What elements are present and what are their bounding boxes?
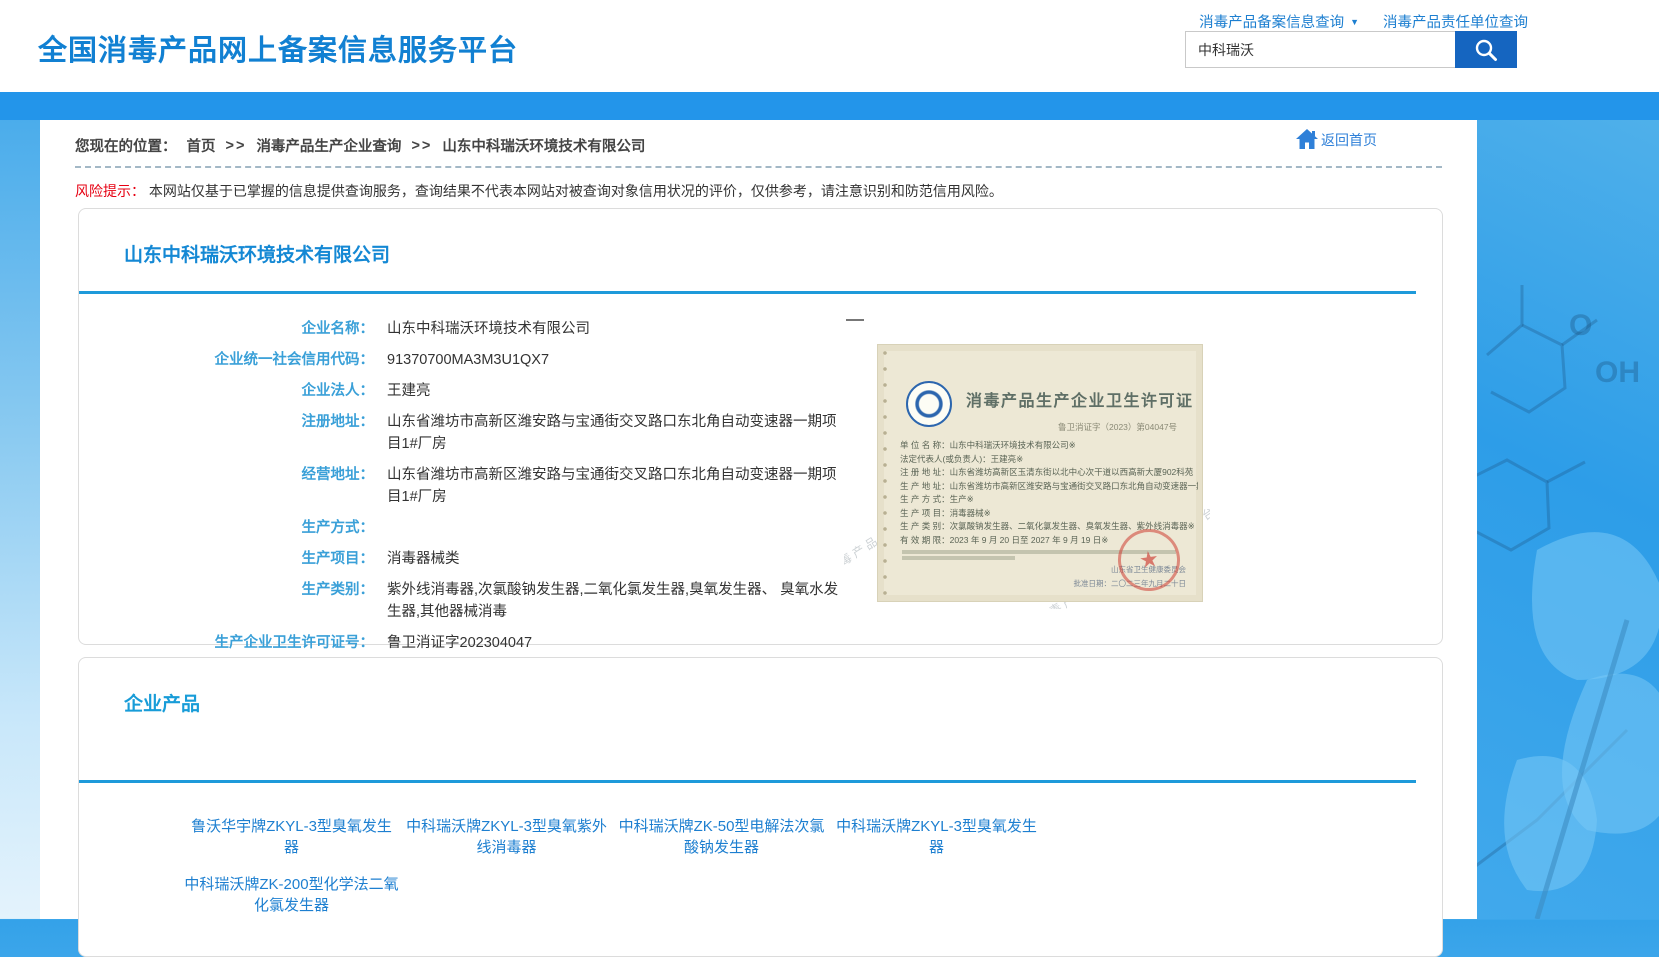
back-home-label: 返回首页 — [1321, 130, 1377, 150]
field-row: 企业名称： 山东中科瑞沃环境技术有限公司 — [79, 318, 1442, 340]
back-home-link[interactable]: 返回首页 — [1295, 128, 1377, 150]
field-value: 山东省潍坊市高新区潍安路与宝通街交叉路口东北角自动变速器一期项目1#厂房 — [387, 411, 845, 455]
risk-label: 风险提示： — [75, 183, 145, 199]
search-bar — [1185, 31, 1517, 68]
chevron-down-icon: ▼ — [1350, 17, 1359, 27]
banner-strip — [0, 92, 1659, 120]
field-label: 企业名称： — [79, 318, 374, 340]
dashed-divider — [75, 166, 1442, 168]
field-value: 山东省潍坊市高新区潍安路与宝通街交叉路口东北角自动变速器一期项目1#厂房 — [387, 464, 845, 508]
products-title: 企业产品 — [79, 658, 1442, 716]
company-title: 山东中科瑞沃环境技术有限公司 — [79, 209, 1442, 267]
cert-title: 消毒产品生产企业卫生许可证 — [966, 387, 1194, 411]
company-card: 山东中科瑞沃环境技术有限公司 企业名称： 山东中科瑞沃环境技术有限公司 企业统一… — [78, 208, 1443, 645]
top-nav: 消毒产品备案信息查询 ▼ 消毒产品责任单位查询 — [1199, 11, 1528, 32]
search-button[interactable] — [1455, 31, 1517, 68]
svg-text:O: O — [1569, 309, 1592, 342]
field-value: 91370700MA3M3U1QX7 — [387, 349, 549, 371]
nav-link-record-info-query[interactable]: 消毒产品备案信息查询 ▼ — [1199, 11, 1359, 32]
search-input[interactable] — [1185, 31, 1455, 68]
card-divider — [79, 780, 1416, 783]
field-label: 生产类别： — [79, 579, 374, 623]
nav-link-label: 消毒产品备案信息查询 — [1199, 11, 1344, 32]
product-link[interactable]: 中科瑞沃牌ZKYL-3型臭氧紫外线消毒器 — [399, 816, 614, 858]
field-label: 生产项目： — [79, 548, 374, 570]
cert-emblem-icon — [906, 381, 952, 427]
breadcrumb-item-home[interactable]: 首页 — [187, 135, 216, 156]
nav-link-responsible-unit-query[interactable]: 消毒产品责任单位查询 — [1383, 11, 1528, 32]
certificate: 消毒产品生产企业卫生许可证 鲁卫消证字（2023）第04047号 单 位 名 称… — [877, 344, 1203, 602]
field-value: 紫外线消毒器,次氯酸钠发生器,二氧化氯发生器,臭氧发生器、 臭氧水发生器,其他器… — [387, 579, 845, 623]
field-label: 经营地址： — [79, 464, 374, 508]
risk-notice: 风险提示： 本网站仅基于已掌握的信息提供查询服务，查询结果不代表本网站对被查询对… — [75, 181, 1003, 201]
field-label: 企业法人： — [79, 380, 374, 402]
product-link[interactable]: 中科瑞沃牌ZKYL-3型臭氧发生器 — [829, 816, 1044, 858]
company-fields: 企业名称： 山东中科瑞沃环境技术有限公司 企业统一社会信用代码： 9137070… — [79, 294, 1442, 685]
field-label: 生产方式： — [79, 517, 374, 539]
nav-link-label: 消毒产品责任单位查询 — [1383, 11, 1528, 32]
svg-text:OH: OH — [1595, 356, 1640, 389]
site-title: 全国消毒产品网上备案信息服务平台 — [38, 27, 518, 69]
field-label: 生产企业卫生许可证号： — [79, 632, 374, 654]
certificate-image: 全国消毒产品网上备案信息服务平台 全国消毒产品网上备案信息服务平台 全国消毒产品… — [844, 314, 1210, 609]
cert-perforation — [881, 345, 889, 601]
field-row: 生产项目： 消毒器械类 — [79, 548, 1442, 570]
breadcrumb-prefix: 您现在的位置： — [75, 135, 177, 156]
molecule-leaf-art-icon: O OH — [1477, 120, 1659, 919]
field-value: 鲁卫消证字202304047 — [387, 632, 532, 654]
cert-corner-dash — [846, 319, 864, 321]
breadcrumb-item-current: 山东中科瑞沃环境技术有限公司 — [442, 135, 645, 156]
field-row: 生产方式： — [79, 517, 1442, 539]
cert-number: 鲁卫消证字（2023）第04047号 — [1058, 421, 1177, 433]
products-card: 企业产品 鲁沃华宇牌ZKYL-3型臭氧发生器 中科瑞沃牌ZKYL-3型臭氧紫外线… — [78, 657, 1443, 957]
right-decoration: O OH — [1477, 120, 1659, 919]
products-grid: 鲁沃华宇牌ZKYL-3型臭氧发生器 中科瑞沃牌ZKYL-3型臭氧紫外线消毒器 中… — [79, 816, 1442, 916]
field-row: 生产企业卫生许可证号： 鲁卫消证字202304047 — [79, 632, 1442, 654]
field-label: 企业统一社会信用代码： — [79, 349, 374, 371]
breadcrumb: 您现在的位置： 首页 >> 消毒产品生产企业查询 >> 山东中科瑞沃环境技术有限… — [75, 135, 645, 156]
field-label: 注册地址： — [79, 411, 374, 455]
field-value: 王建亮 — [387, 380, 431, 402]
risk-text: 本网站仅基于已掌握的信息提供查询服务，查询结果不代表本网站对被查询对象信用状况的… — [149, 183, 1003, 199]
product-link[interactable]: 中科瑞沃牌ZK-200型化学法二氧化氯发生器 — [184, 874, 399, 916]
field-value: 消毒器械类 — [387, 548, 460, 570]
product-link[interactable]: 鲁沃华宇牌ZKYL-3型臭氧发生器 — [184, 816, 399, 858]
field-row: 生产类别： 紫外线消毒器,次氯酸钠发生器,二氧化氯发生器,臭氧发生器、 臭氧水发… — [79, 579, 1442, 623]
search-icon — [1473, 37, 1499, 63]
product-link[interactable]: 中科瑞沃牌ZK-50型电解法次氯酸钠发生器 — [614, 816, 829, 858]
breadcrumb-separator: >> — [411, 138, 432, 154]
breadcrumb-separator: >> — [226, 138, 247, 154]
field-row: 企业法人： 王建亮 — [79, 380, 1442, 402]
breadcrumb-item-producer-query[interactable]: 消毒产品生产企业查询 — [256, 135, 401, 156]
home-icon — [1295, 128, 1319, 150]
main-content: 您现在的位置： 首页 >> 消毒产品生产企业查询 >> 山东中科瑞沃环境技术有限… — [40, 120, 1477, 919]
field-value: 山东中科瑞沃环境技术有限公司 — [387, 318, 590, 340]
page-header: 全国消毒产品网上备案信息服务平台 消毒产品备案信息查询 ▼ 消毒产品责任单位查询 — [0, 0, 1659, 92]
field-row: 企业统一社会信用代码： 91370700MA3M3U1QX7 — [79, 349, 1442, 371]
field-row: 注册地址： 山东省潍坊市高新区潍安路与宝通街交叉路口东北角自动变速器一期项目1#… — [79, 411, 1442, 455]
field-row: 经营地址： 山东省潍坊市高新区潍安路与宝通街交叉路口东北角自动变速器一期项目1#… — [79, 464, 1442, 508]
